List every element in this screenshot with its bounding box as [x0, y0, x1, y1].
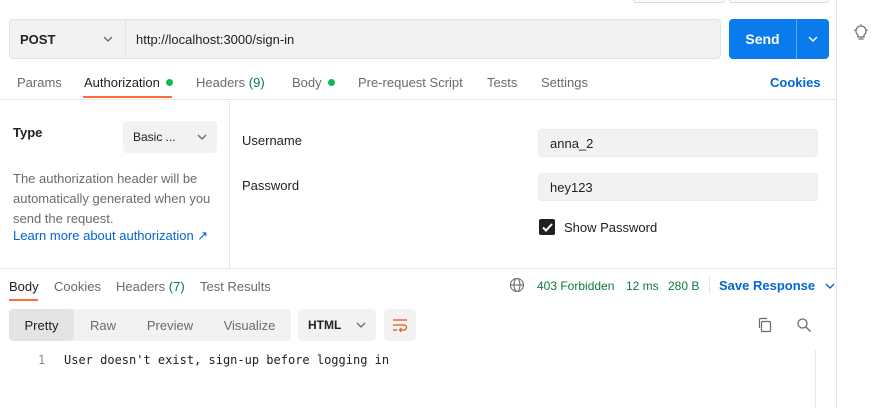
response-size[interactable]: 280 B	[668, 279, 699, 293]
wrap-lines-button[interactable]	[384, 309, 416, 341]
active-dot	[165, 79, 173, 86]
scrollbar[interactable]	[815, 350, 829, 408]
active-tab-indicator	[83, 96, 172, 98]
url-bar: POST http://localhost:3000/sign-in	[9, 19, 721, 59]
tab-authorization-label: Authorization	[84, 75, 160, 90]
chevron-down-icon	[103, 36, 113, 42]
tab-response-cookies[interactable]: Cookies	[54, 279, 101, 294]
tab-params[interactable]: Params	[17, 75, 62, 90]
wrap-lines-icon	[393, 319, 408, 332]
response-tabs: Body Cookies Headers (7) Test Results	[0, 268, 836, 302]
send-button[interactable]: Send	[729, 19, 829, 59]
status-code[interactable]: 403 Forbidden	[537, 279, 614, 293]
view-mode-group: Pretty Raw Preview Visualize	[9, 309, 291, 341]
format-value: HTML	[308, 318, 342, 332]
auth-type-select[interactable]: Basic ...	[123, 121, 217, 153]
password-label: Password	[242, 178, 300, 193]
method-label: POST	[20, 31, 56, 47]
type-label: Type	[13, 125, 43, 140]
auth-type-value: Basic ...	[133, 130, 176, 144]
url-input[interactable]: http://localhost:3000/sign-in	[126, 32, 294, 47]
toolbar-button-stub	[633, 0, 725, 3]
response-time[interactable]: 12 ms	[626, 279, 659, 293]
response-body-line[interactable]: User doesn't exist, sign-up before loggi…	[64, 353, 389, 367]
chevron-down-icon	[197, 134, 207, 140]
tab-response-headers[interactable]: Headers (7)	[116, 279, 185, 294]
copy-icon[interactable]	[757, 317, 773, 333]
chevron-down-icon	[356, 322, 366, 328]
view-visualize[interactable]: Visualize	[208, 309, 291, 341]
lightbulb-icon[interactable]	[853, 24, 869, 42]
send-label: Send	[745, 31, 780, 47]
chevron-down-icon	[808, 36, 818, 42]
send-options-button[interactable]	[797, 36, 829, 42]
divider	[709, 276, 710, 294]
globe-icon[interactable]	[509, 277, 525, 293]
line-number: 1	[38, 353, 46, 367]
view-pretty[interactable]: Pretty	[9, 309, 74, 341]
tab-headers-count: (9)	[248, 75, 265, 90]
auth-type-panel: Type Basic ... The authorization header …	[0, 101, 230, 268]
view-raw[interactable]: Raw	[74, 309, 132, 341]
save-response-button[interactable]: Save Response	[719, 278, 835, 293]
auth-description: The authorization header will be automat…	[13, 171, 211, 226]
tab-body-label: Body	[292, 75, 322, 90]
request-tabs: Params Authorization Headers (9) Body Pr…	[0, 64, 836, 100]
method-select[interactable]: POST	[10, 20, 126, 58]
tab-response-headers-count: (7)	[168, 279, 185, 294]
active-response-tab-indicator	[9, 299, 38, 301]
show-password-checkbox[interactable]	[539, 219, 555, 235]
checkmark-icon	[541, 222, 553, 232]
format-select[interactable]: HTML	[298, 309, 376, 341]
tab-response-headers-label: Headers	[116, 279, 166, 294]
show-password-label: Show Password	[564, 220, 658, 235]
tab-body[interactable]: Body	[292, 75, 335, 90]
toolbar-button-stub	[729, 0, 829, 3]
active-dot	[327, 79, 335, 86]
tab-authorization[interactable]: Authorization	[84, 75, 173, 90]
search-icon[interactable]	[796, 317, 812, 333]
tab-tests[interactable]: Tests	[487, 75, 517, 90]
tab-headers-label: Headers	[196, 75, 246, 90]
password-field[interactable]: hey123	[538, 173, 818, 201]
username-label: Username	[242, 133, 302, 148]
view-preview[interactable]: Preview	[132, 309, 208, 341]
tab-response-body[interactable]: Body	[9, 279, 39, 294]
save-response-label: Save Response	[719, 278, 816, 293]
learn-more-link[interactable]: Learn more about authorization ↗	[13, 228, 208, 244]
tab-test-results[interactable]: Test Results	[200, 279, 271, 294]
right-sidebar	[836, 0, 874, 408]
username-field[interactable]: anna_2	[538, 129, 818, 157]
tab-settings[interactable]: Settings	[541, 75, 588, 90]
tab-prerequest-script[interactable]: Pre-request Script	[358, 75, 463, 90]
tab-headers[interactable]: Headers (9)	[196, 75, 265, 90]
chevron-down-icon	[825, 283, 835, 289]
cookies-link[interactable]: Cookies	[770, 75, 821, 90]
